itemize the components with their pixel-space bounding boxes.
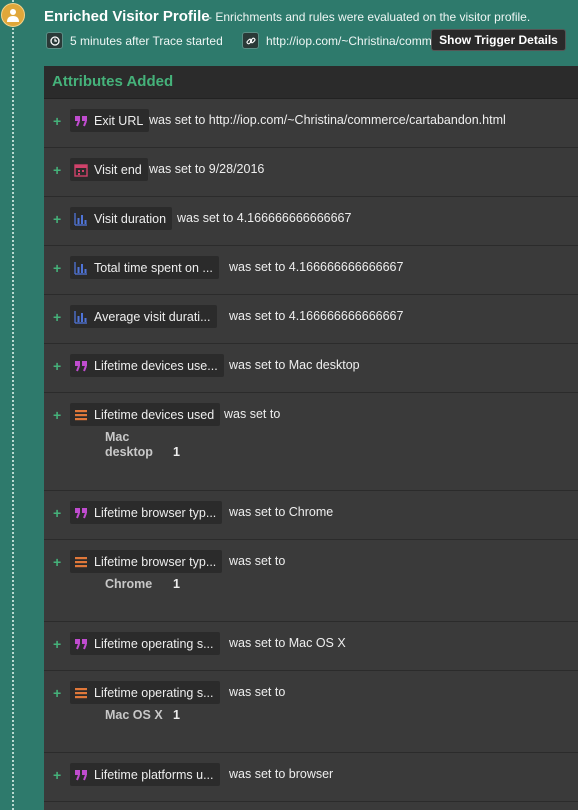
attribute-name-pill[interactable]: Visit duration <box>70 207 173 230</box>
expand-plus-icon[interactable]: + <box>53 554 61 570</box>
quote-icon <box>74 506 88 520</box>
attribute-name-pill[interactable]: Lifetime platforms u... <box>70 763 220 786</box>
attribute-row: + Total time spent on ... was set to 4.166… <box>44 246 578 295</box>
entry-key-line: Chrome <box>105 577 153 591</box>
entry-count: 1 <box>173 577 180 591</box>
entry-key-line: Mac <box>105 430 130 444</box>
attribute-value-text: was set to http://iop.com/~Christina/com… <box>149 113 506 127</box>
attribute-name-pill[interactable]: Total time spent on ... <box>70 256 219 279</box>
calendar-icon <box>74 163 88 177</box>
attributes-list: + Exit URL was set to http://iop.com/~Chri… <box>44 99 578 802</box>
attribute-name: Lifetime devices use... <box>94 358 218 373</box>
visitor-avatar-icon <box>1 3 25 27</box>
attribute-row: + Lifetime devices used was set to Mac deskt… <box>44 393 578 491</box>
entry-key: Chrome <box>105 577 152 592</box>
list-icon <box>74 408 88 422</box>
timeline-line <box>12 0 14 810</box>
attribute-name: Exit URL <box>94 113 144 128</box>
attribute-name-pill[interactable]: Average visit durati... <box>70 305 217 328</box>
attribute-value-text: was set to <box>229 554 286 568</box>
attribute-row: + Lifetime operating s... was set to Mac OS… <box>44 671 578 753</box>
attribute-name: Average visit durati... <box>94 309 211 324</box>
attribute-name-pill[interactable]: Visit end <box>70 158 148 181</box>
event-subtitle: - Enrichments and rules were evaluated o… <box>208 10 531 24</box>
attribute-name-pill[interactable]: Lifetime devices use... <box>70 354 224 377</box>
attribute-name-pill[interactable]: Lifetime devices used <box>70 403 221 426</box>
show-trigger-details-button[interactable]: Show Trigger Details <box>431 29 566 51</box>
attributes-panel: Attributes Added + Exit URL was set to htt… <box>44 66 578 810</box>
expand-plus-icon[interactable]: + <box>53 358 61 374</box>
bar-chart-icon <box>74 212 88 226</box>
bar-chart-icon <box>74 261 88 275</box>
expand-plus-icon[interactable]: + <box>53 407 61 423</box>
event-time: 5 minutes after Trace started <box>70 34 223 48</box>
attribute-name: Lifetime devices used <box>94 407 215 422</box>
entry-key-line: desktop <box>105 445 153 459</box>
attribute-value-text: was set to 4.166666666666667 <box>229 309 404 323</box>
expand-plus-icon[interactable]: + <box>53 767 61 783</box>
attribute-value-text: was set to browser <box>229 767 334 781</box>
attribute-name: Lifetime browser typ... <box>94 505 217 520</box>
expand-plus-icon[interactable]: + <box>53 113 61 129</box>
attribute-name-pill[interactable]: Lifetime operating s... <box>70 681 220 704</box>
quote-icon <box>74 114 88 128</box>
attribute-row: + Lifetime devices use... was set to Mac d… <box>44 344 578 393</box>
expand-plus-icon[interactable]: + <box>53 309 61 325</box>
attribute-value-text: was set to 4.166666666666667 <box>177 211 352 225</box>
expand-plus-icon[interactable]: + <box>53 211 61 227</box>
attribute-name: Lifetime operating s... <box>94 685 214 700</box>
attribute-name-pill[interactable]: Exit URL <box>70 109 150 132</box>
list-icon <box>74 555 88 569</box>
attribute-row: + Lifetime browser typ... was set to Chrom… <box>44 491 578 540</box>
attribute-row: + Lifetime browser typ... was set to Chrome… <box>44 540 578 622</box>
entry-key: Mac OS X <box>105 708 163 723</box>
attribute-name: Total time spent on ... <box>94 260 213 275</box>
bar-chart-icon <box>74 310 88 324</box>
entry-count: 1 <box>173 445 180 459</box>
attribute-name: Lifetime browser typ... <box>94 554 217 569</box>
quote-icon <box>74 768 88 782</box>
attribute-value-text: was set to <box>224 407 281 421</box>
list-icon <box>74 686 88 700</box>
attribute-value-text: was set to Mac desktop <box>229 358 360 372</box>
attribute-value-text: was set to 9/28/2016 <box>149 162 265 176</box>
event-title: Enriched Visitor Profile <box>44 8 210 25</box>
link-icon <box>242 32 259 49</box>
attribute-row: + Average visit durati... was set to 4.166… <box>44 295 578 344</box>
attribute-value-text: was set to 4.166666666666667 <box>229 260 404 274</box>
attributes-added-heading: Attributes Added <box>44 66 578 99</box>
attribute-name-pill[interactable]: Lifetime operating s... <box>70 632 220 655</box>
entry-key-line: Mac OS X <box>105 708 163 722</box>
attribute-value-text: was set to Mac OS X <box>229 636 346 650</box>
attribute-row: + Visit duration was set to 4.166666666666… <box>44 197 578 246</box>
attribute-name: Visit end <box>94 162 142 177</box>
attribute-name: Visit duration <box>94 211 167 226</box>
attribute-row: + Lifetime operating s... was set to Mac O… <box>44 622 578 671</box>
expand-plus-icon[interactable]: + <box>53 685 61 701</box>
attribute-row: + Visit end was set to 9/28/2016 <box>44 148 578 197</box>
entry-key: Mac desktop <box>105 430 153 460</box>
attribute-row: + Lifetime platforms u... was set to brows… <box>44 753 578 802</box>
attribute-name: Lifetime operating s... <box>94 636 214 651</box>
expand-plus-icon[interactable]: + <box>53 260 61 276</box>
attribute-name: Lifetime platforms u... <box>94 767 214 782</box>
attribute-value-text: was set to <box>229 685 286 699</box>
attribute-name-pill[interactable]: Lifetime browser typ... <box>70 550 223 573</box>
quote-icon <box>74 359 88 373</box>
attribute-name-pill[interactable]: Lifetime browser typ... <box>70 501 223 524</box>
entry-count: 1 <box>173 708 180 722</box>
expand-plus-icon[interactable]: + <box>53 162 61 178</box>
expand-plus-icon[interactable]: + <box>53 636 61 652</box>
quote-icon <box>74 637 88 651</box>
attribute-row: + Exit URL was set to http://iop.com/~Chri… <box>44 99 578 148</box>
expand-plus-icon[interactable]: + <box>53 505 61 521</box>
event-header: Enriched Visitor Profile - Enrichments a… <box>36 0 578 64</box>
attribute-value-text: was set to Chrome <box>229 505 334 519</box>
clock-icon <box>46 32 63 49</box>
